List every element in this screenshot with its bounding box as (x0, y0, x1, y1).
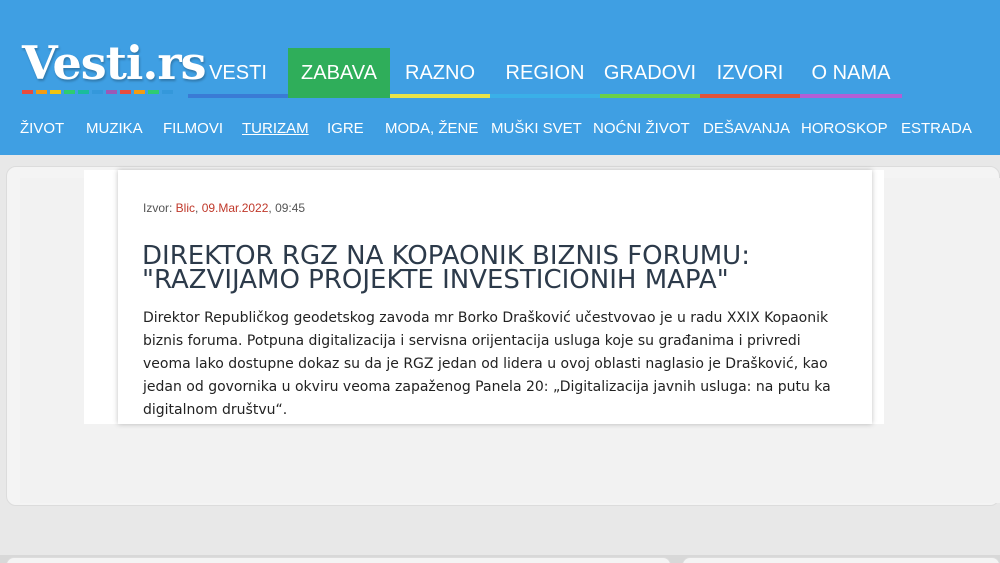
logo-stripe (92, 90, 103, 94)
source-separator: , (195, 201, 202, 215)
category-link-život[interactable]: ŽIVOT (20, 120, 64, 137)
next-card-left (6, 557, 671, 563)
logo-text: Vesti.rs (22, 36, 207, 90)
category-link-estrada[interactable]: ESTRADA (901, 120, 972, 137)
main-nav-tab-gradovi[interactable]: GRADOVI (600, 48, 700, 98)
main-nav-tab-zabava[interactable]: ZABAVA (288, 48, 390, 98)
main-nav-tab-razno[interactable]: RAZNO (390, 48, 490, 98)
main-nav-tab-underline (800, 94, 902, 98)
category-link-noćni-život[interactable]: NOĆNI ŽIVOT (593, 120, 690, 137)
logo-stripe (22, 90, 33, 94)
source-name-link[interactable]: Blic (176, 201, 195, 215)
logo-stripe (50, 90, 61, 94)
main-nav-tab-underline (600, 94, 700, 98)
next-card-right (682, 557, 1000, 563)
article-source-line: Izvor: Blic, 09.Mar.2022, 09:45 (143, 201, 305, 215)
logo-stripe (148, 90, 159, 94)
category-link-muški-svet[interactable]: MUŠKI SVET (491, 120, 582, 137)
main-nav-tab-label: GRADOVI (603, 61, 697, 84)
source-prefix: Izvor: (143, 201, 176, 215)
main-nav-tab-label: IZVORI (716, 61, 784, 84)
logo-stripe (134, 90, 145, 94)
logo-stripe (120, 90, 131, 94)
article-title: DIREKTOR RGZ NA KOPAONIK BIZNIS FORUMU: … (142, 241, 750, 295)
main-nav-tab-underline (700, 94, 800, 98)
logo-stripe (36, 90, 47, 94)
main-nav-tab-o-nama[interactable]: O NAMA (800, 48, 902, 98)
main-navigation: VESTI ZABAVA RAZNO REGION GRADOVI IZVORI O NAM… (188, 48, 902, 98)
main-nav-tab-label: ZABAVA (301, 61, 377, 84)
category-navigation: ŽIVOT MUZIKA FILMOVI TURIZAM IGRE MODA, ŽENE M… (0, 104, 1000, 154)
main-nav-tab-underline (390, 94, 490, 98)
main-nav-tab-label: O NAMA (811, 61, 891, 84)
main-nav-tab-label: REGION (505, 61, 585, 84)
category-link-moda-žene[interactable]: MODA, ŽENE (385, 120, 478, 137)
site-header: Vesti.rs VESTI ZABAVA RAZNO REGION GRADOVI IZ… (0, 0, 1000, 155)
main-nav-tab-underline (490, 94, 600, 98)
main-nav-tab-vesti[interactable]: VESTI (188, 48, 288, 98)
site-logo[interactable]: Vesti.rs (22, 36, 207, 94)
logo-stripe (78, 90, 89, 94)
source-date: 09.Mar.2022 (201, 201, 269, 215)
main-nav-tab-izvori[interactable]: IZVORI (700, 48, 800, 98)
main-nav-tab-label: RAZNO (405, 61, 475, 84)
category-link-dešavanja[interactable]: DEŠAVANJA (703, 120, 790, 137)
category-link-muzika[interactable]: MUZIKA (86, 120, 143, 137)
category-link-filmovi[interactable]: FILMOVI (163, 120, 223, 137)
article-body: Direktor Republičkog geodetskog zavoda m… (143, 310, 831, 418)
source-time: , 09:45 (268, 201, 306, 215)
logo-stripe (64, 90, 75, 94)
main-nav-tab-underline (288, 94, 390, 98)
main-nav-tab-region[interactable]: REGION (490, 48, 600, 98)
category-link-igre[interactable]: IGRE (327, 120, 364, 137)
main-nav-tab-underline (188, 94, 288, 98)
category-link-turizam[interactable]: TURIZAM (242, 120, 309, 137)
article-card: Izvor: Blic, 09.Mar.2022, 09:45 DIREKTOR… (118, 170, 872, 424)
logo-stripe (106, 90, 117, 94)
main-nav-tab-label: VESTI (209, 61, 267, 84)
logo-stripe (162, 90, 173, 94)
category-link-horoskop[interactable]: HOROSKOP (801, 120, 888, 137)
logo-color-stripes (22, 90, 206, 94)
